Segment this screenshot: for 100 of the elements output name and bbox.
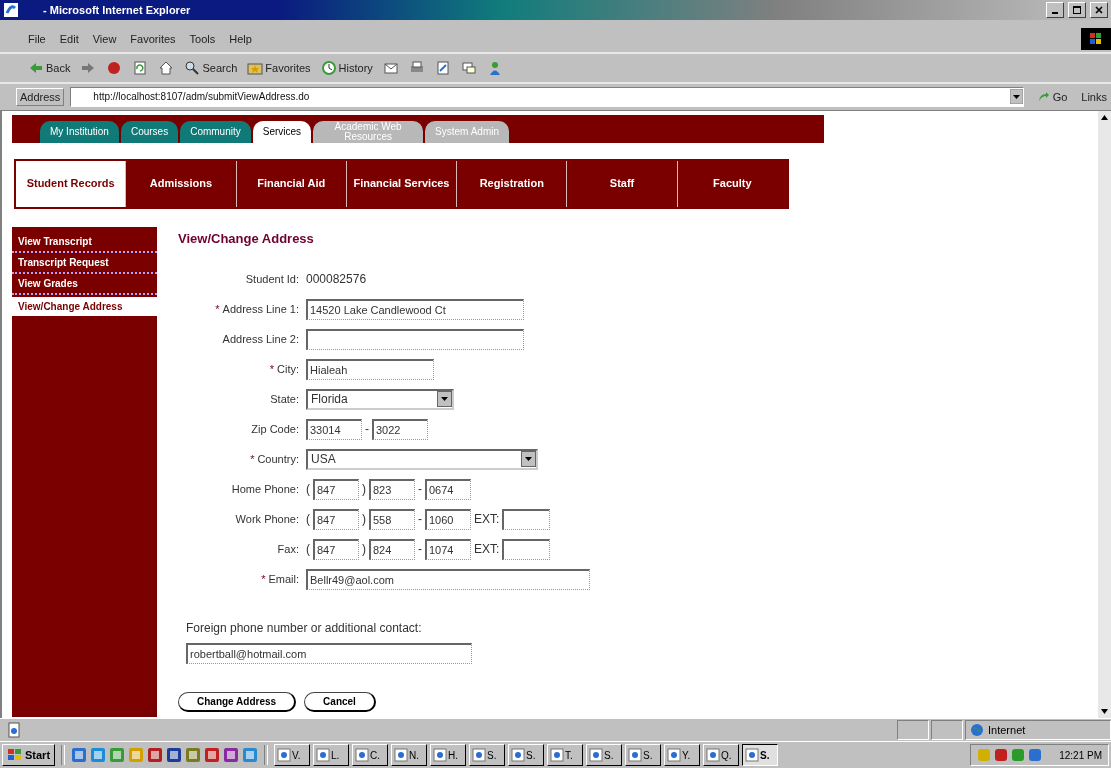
menu-item[interactable]: File bbox=[28, 32, 46, 45]
stop-icon bbox=[106, 59, 123, 76]
history-button[interactable]: History bbox=[320, 59, 373, 76]
app-icon[interactable] bbox=[109, 747, 126, 763]
field-label: Student Id: bbox=[245, 273, 299, 286]
minimize-button[interactable] bbox=[1046, 1, 1064, 18]
taskbar-button[interactable]: H. bbox=[430, 744, 467, 766]
app-icon[interactable] bbox=[71, 747, 88, 763]
stop-button[interactable] bbox=[106, 59, 123, 76]
field-label: Work Phone: bbox=[235, 513, 299, 526]
favorites-button[interactable]: Favorites bbox=[247, 59, 311, 76]
phone-field[interactable]: 0674 bbox=[425, 478, 471, 500]
phone-field[interactable]: 558 bbox=[369, 508, 415, 530]
sidebar-link[interactable]: Transcript Request bbox=[12, 252, 157, 274]
phone-field[interactable]: 1060 bbox=[425, 508, 471, 530]
phone-field[interactable]: 847 bbox=[313, 508, 359, 530]
taskbar-button[interactable]: S. bbox=[625, 744, 662, 766]
browser-icon bbox=[355, 748, 370, 762]
field-label: Address Line 1: bbox=[222, 303, 299, 316]
portal-tab[interactable]: Services bbox=[252, 120, 312, 143]
menu-item[interactable]: Favorites bbox=[130, 32, 176, 45]
edit-button[interactable] bbox=[434, 59, 451, 76]
app-icon[interactable] bbox=[242, 747, 259, 763]
app-icon[interactable] bbox=[166, 747, 183, 763]
nav-tab[interactable]: Faculty bbox=[676, 160, 787, 207]
sidebar-link[interactable]: View/Change Address bbox=[12, 296, 157, 316]
nav-tab[interactable]: Staff bbox=[566, 160, 677, 207]
app-icon[interactable] bbox=[90, 747, 107, 763]
taskbar-button[interactable]: N. bbox=[391, 744, 428, 766]
dropdown[interactable]: Florida bbox=[306, 388, 454, 410]
tray-icon[interactable] bbox=[1011, 748, 1026, 762]
address-field[interactable]: http://localhost:8107/adm/submitViewAddress.do bbox=[70, 86, 1024, 107]
portal-tab[interactable]: Community bbox=[180, 120, 251, 143]
portal-tab[interactable]: Courses bbox=[120, 120, 179, 143]
separator-text: ( bbox=[306, 512, 310, 527]
email-field[interactable]: Bellr49@aol.com bbox=[306, 568, 590, 590]
scrollbar[interactable] bbox=[1098, 110, 1111, 719]
app-icon[interactable] bbox=[147, 747, 164, 763]
submit-button[interactable]: Change Address bbox=[178, 691, 297, 712]
home-icon bbox=[158, 59, 175, 76]
app-icon[interactable] bbox=[223, 747, 240, 763]
app-icon[interactable] bbox=[204, 747, 221, 763]
taskbar-button[interactable]: C. bbox=[352, 744, 389, 766]
dropdown[interactable]: USA bbox=[306, 448, 538, 470]
phone-field[interactable]: 847 bbox=[313, 478, 359, 500]
taskbar-button[interactable]: L. bbox=[313, 744, 350, 766]
phone-field[interactable]: 823 bbox=[369, 478, 415, 500]
taskbar-button[interactable]: Q. bbox=[703, 744, 740, 766]
phone-field[interactable]: 824 bbox=[369, 538, 415, 560]
extension-field[interactable] bbox=[502, 538, 551, 560]
go-button[interactable]: Go bbox=[1029, 90, 1076, 103]
taskbar-button[interactable]: T. bbox=[547, 744, 584, 766]
text-field[interactable]: Hialeah bbox=[306, 358, 434, 380]
nav-tab[interactable]: Financial Aid bbox=[235, 160, 346, 207]
separator-text: ) bbox=[362, 482, 366, 497]
browser-icon bbox=[3, 1, 19, 18]
discuss-button[interactable] bbox=[460, 59, 477, 76]
nav-tab[interactable]: Registration bbox=[456, 160, 567, 207]
maximize-button[interactable] bbox=[1068, 1, 1086, 18]
portal-tab[interactable]: My Institution bbox=[40, 120, 119, 143]
cancel-button[interactable]: Cancel bbox=[304, 691, 376, 712]
menu-item[interactable]: View bbox=[92, 32, 117, 45]
sidebar-link[interactable]: View Grades bbox=[12, 273, 157, 295]
start-button[interactable]: Start bbox=[2, 744, 56, 766]
tray-icon[interactable] bbox=[994, 748, 1009, 762]
sidebar-link[interactable]: View Transcript bbox=[12, 231, 157, 253]
app-icon[interactable] bbox=[185, 747, 202, 763]
field-label: City: bbox=[277, 363, 299, 376]
menu-item[interactable]: Edit bbox=[59, 32, 79, 45]
taskbar-button[interactable]: V. bbox=[274, 744, 311, 766]
zip-field[interactable]: 3022 bbox=[372, 418, 428, 440]
separator-text: ( bbox=[306, 482, 310, 497]
zip-field[interactable]: 33014 bbox=[306, 418, 362, 440]
close-button[interactable] bbox=[1090, 1, 1108, 18]
taskbar-button[interactable]: S. bbox=[508, 744, 545, 766]
taskbar-button[interactable]: S. bbox=[742, 744, 779, 766]
nav-tab[interactable]: Student Records bbox=[16, 160, 126, 207]
home-button[interactable] bbox=[158, 59, 175, 76]
phone-field[interactable]: 1074 bbox=[425, 538, 471, 560]
taskbar-button[interactable]: S. bbox=[586, 744, 623, 766]
text-field[interactable]: 14520 Lake Candlewood Ct bbox=[306, 298, 524, 320]
taskbar-button[interactable]: Y. bbox=[664, 744, 701, 766]
text-field[interactable]: robertball@hotmail.com bbox=[186, 642, 472, 664]
phone-field[interactable]: 847 bbox=[313, 538, 359, 560]
search-button[interactable]: Search bbox=[184, 59, 238, 76]
nav-tab[interactable]: Admissions bbox=[125, 160, 236, 207]
refresh-button[interactable] bbox=[132, 59, 149, 76]
back-button[interactable]: Back bbox=[28, 59, 71, 76]
text-field[interactable] bbox=[306, 328, 524, 350]
nav-tab[interactable]: Financial Services bbox=[345, 160, 457, 207]
taskbar-button[interactable]: S. bbox=[469, 744, 506, 766]
required-mark: * bbox=[261, 573, 266, 586]
menu-item[interactable]: Help bbox=[229, 32, 252, 45]
extension-field[interactable] bbox=[502, 508, 551, 530]
links-button[interactable]: Links bbox=[1081, 90, 1111, 103]
tray-icon[interactable] bbox=[1028, 748, 1043, 762]
discuss-icon bbox=[460, 59, 477, 76]
dropdown-arrow-icon[interactable] bbox=[1009, 89, 1023, 105]
menu-item[interactable]: Tools bbox=[189, 32, 216, 45]
separator-text: ) bbox=[362, 542, 366, 557]
